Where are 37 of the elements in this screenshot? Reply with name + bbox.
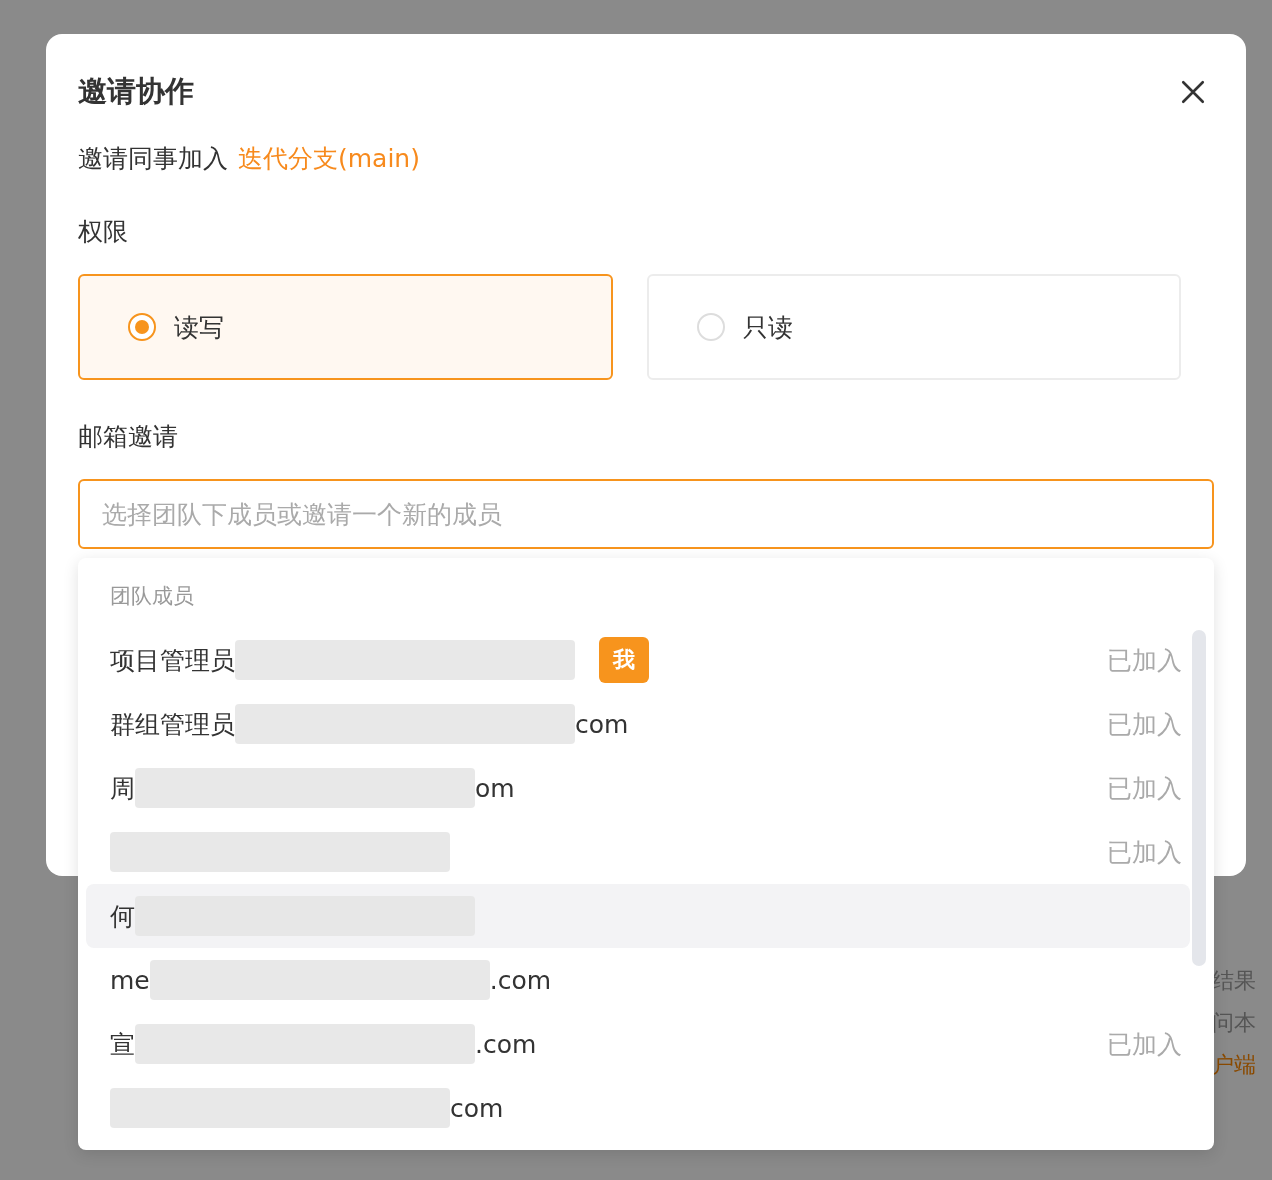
member-name: 群组管理员 bbox=[110, 708, 235, 741]
scrollbar[interactable] bbox=[1192, 630, 1206, 966]
permission-option[interactable]: 只读 bbox=[646, 274, 1181, 380]
member-row[interactable]: 周 om 已加入 bbox=[86, 756, 1190, 820]
member-row[interactable]: 项目管理员 我 已加入 bbox=[86, 628, 1190, 692]
email-text: .com bbox=[489, 965, 552, 995]
joined-status: 已加入 bbox=[1107, 644, 1182, 677]
group-label: 团队成员 bbox=[110, 583, 195, 610]
background-text: 户端 bbox=[1212, 1051, 1256, 1079]
permission-option[interactable]: 读写 bbox=[78, 274, 613, 380]
joined-status: 已加入 bbox=[1107, 1028, 1182, 1061]
member-row[interactable]: com bbox=[86, 1076, 1190, 1140]
member-name: 项目管理员 bbox=[110, 644, 235, 677]
joined-status: 已加入 bbox=[1107, 772, 1182, 805]
member-row[interactable]: 宣 .com 已加入 bbox=[86, 1012, 1190, 1076]
radio-button[interactable] bbox=[128, 313, 156, 341]
email-text: com bbox=[450, 1093, 504, 1123]
close-icon[interactable] bbox=[1180, 79, 1206, 105]
member-name: me bbox=[110, 965, 150, 995]
email-text: om bbox=[475, 773, 515, 803]
permission-label: 权限 bbox=[78, 216, 129, 248]
email-label: 邮箱邀请 bbox=[78, 421, 179, 453]
joined-status: 已加入 bbox=[1107, 836, 1182, 869]
joined-status: 已加入 bbox=[1107, 708, 1182, 741]
member-name: 宣 bbox=[110, 1028, 135, 1061]
dialog-title: 邀请协作 bbox=[78, 73, 194, 110]
email-text: .com bbox=[475, 1029, 537, 1059]
email-text: com bbox=[575, 709, 629, 739]
email-input-field[interactable]: 选择团队下成员或邀请一个新的成员 bbox=[78, 479, 1214, 549]
member-row[interactable]: 何 bbox=[86, 884, 1190, 948]
member-name: 周 bbox=[110, 772, 135, 805]
member-row[interactable]: me .com bbox=[86, 948, 1190, 1012]
member-name: 何 bbox=[110, 900, 135, 933]
subtitle-text: 邀请同事加入 bbox=[78, 143, 228, 175]
member-row[interactable]: 群组管理员 com 已加入 bbox=[86, 692, 1190, 756]
radio-button[interactable] bbox=[696, 313, 725, 341]
me-badge: 我 bbox=[599, 637, 649, 683]
